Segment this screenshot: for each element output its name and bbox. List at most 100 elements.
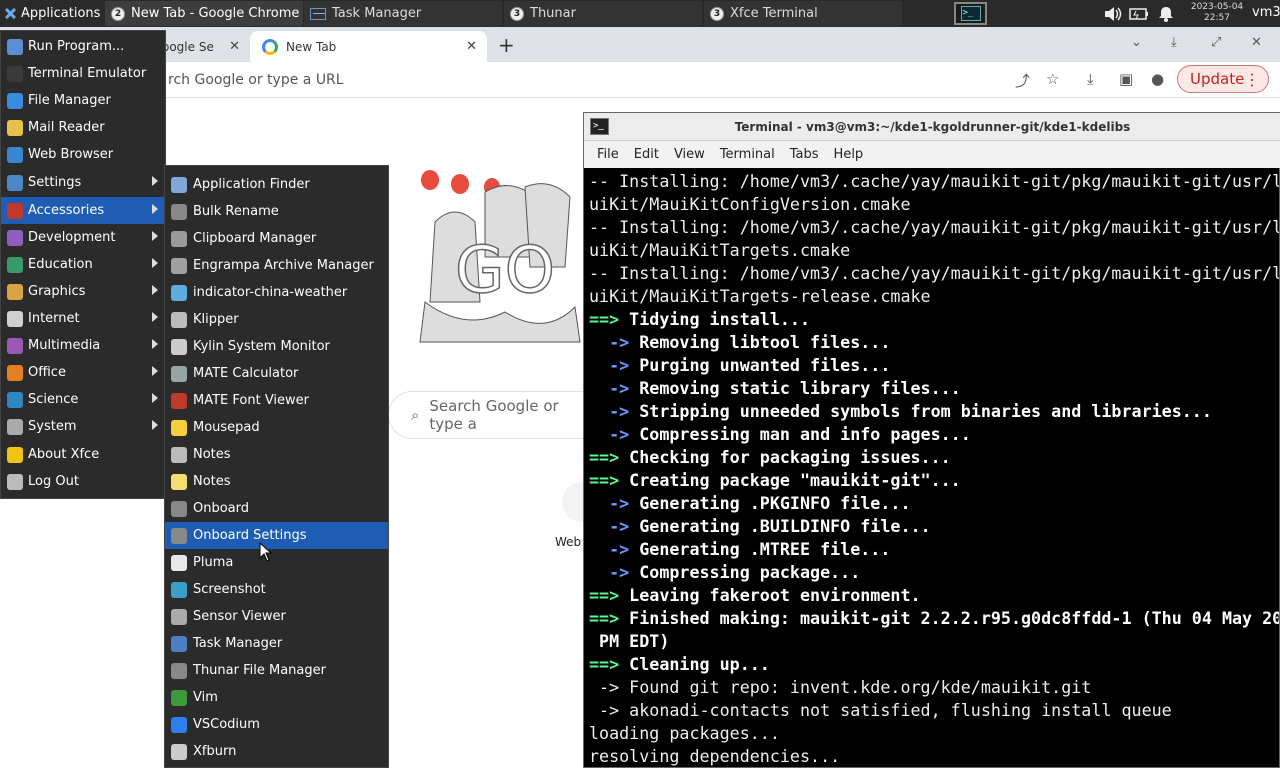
menu-item-settings[interactable]: Settings — [1, 169, 165, 196]
submenu-item-label: Klipper — [193, 312, 239, 327]
task-task-manager[interactable]: Task Manager — [304, 1, 502, 26]
terminal-line-text: uiKit/MauiKitConfigVersion.cmake — [589, 194, 911, 214]
menu-item-file-manager[interactable]: File Manager — [1, 87, 165, 114]
download-icon[interactable]: ⤓ — [1087, 70, 1094, 88]
terminal-line-text: Compressing man and info pages... — [629, 424, 971, 444]
submenu-item-onboard[interactable]: Onboard — [165, 495, 388, 522]
submenu-item-engrampa-archive-manager[interactable]: Engrampa Archive Manager — [165, 252, 388, 279]
omnibox-placeholder: rch Google or type a URL — [168, 72, 344, 88]
terminal-line-text: Removing libtool files... — [629, 332, 891, 352]
applications-menu-button[interactable]: Applications — [0, 0, 105, 27]
font-viewer-icon — [171, 392, 187, 409]
terminal-title-bar[interactable]: >_ Terminal - vm3@vm3:~/kde1-kgoldrunner… — [584, 113, 1280, 141]
volume-icon[interactable] — [1102, 0, 1124, 27]
tab-search-icon[interactable]: ⌄ — [1131, 35, 1142, 50]
terminal-line-prefix: -> — [589, 355, 630, 375]
submenu-item-indicator-china-weather[interactable]: indicator-china-weather — [165, 279, 388, 306]
terminal-line: -> Compressing man and info pages... — [589, 423, 1279, 446]
submenu-item-label: Kylin System Monitor — [193, 339, 330, 354]
menu-item-about-xfce[interactable]: About Xfce — [1, 441, 165, 468]
google-doodle[interactable]: GO — [415, 152, 585, 347]
submenu-item-xfburn[interactable]: Xfburn — [165, 738, 388, 765]
google-search-box[interactable]: ⌕ Search Google or type a — [388, 391, 584, 439]
terminal-line-text: -> akonadi-contacts not satisfied, flush… — [589, 700, 1172, 720]
share-icon[interactable]: ⤴ — [1015, 70, 1030, 91]
close-tab-icon[interactable]: ✕ — [229, 39, 240, 54]
menu-file[interactable]: File — [597, 147, 619, 162]
submenu-item-vscodium[interactable]: VSCodium — [165, 711, 388, 738]
menu-item-mail-reader[interactable]: Mail Reader — [1, 114, 165, 141]
terminal-line-prefix: -> — [589, 424, 630, 444]
more-options-icon[interactable]: ⋮ — [1244, 70, 1260, 89]
menu-item-label: About Xfce — [28, 447, 100, 462]
minimize-icon[interactable]: ⤓ — [1171, 35, 1177, 50]
notes-icon — [171, 446, 187, 463]
side-panel-icon[interactable]: ▣ — [1119, 70, 1133, 88]
menu-item-system[interactable]: System — [1, 413, 165, 440]
terminal-line-text: uiKit/MauiKitTargets.cmake — [589, 240, 851, 260]
menu-item-development[interactable]: Development — [1, 224, 165, 251]
submenu-item-kylin-system-monitor[interactable]: Kylin System Monitor — [165, 333, 388, 360]
klipper-icon — [171, 311, 187, 328]
menu-edit[interactable]: Edit — [634, 147, 659, 162]
submenu-item-bulk-rename[interactable]: Bulk Rename — [165, 198, 388, 225]
menu-item-run-program[interactable]: Run Program... — [1, 33, 165, 60]
terminal-line-text: Cleaning up... — [619, 654, 770, 674]
close-tab-icon[interactable]: ✕ — [466, 39, 477, 54]
maximize-icon[interactable]: ⤢ — [1211, 35, 1221, 50]
tab-label: New Tab — [286, 39, 337, 54]
submenu-item-notes[interactable]: Notes — [165, 441, 388, 468]
terminal-launcher[interactable]: >_ — [954, 2, 987, 25]
battery-icon[interactable] — [1128, 0, 1150, 27]
menu-item-education[interactable]: Education — [1, 251, 165, 278]
weather-icon — [171, 284, 187, 301]
shortcut-tile[interactable] — [562, 482, 584, 522]
profile-icon[interactable]: ● — [1151, 70, 1164, 88]
screenshot-icon — [171, 581, 187, 598]
clock[interactable]: 2023-05-04 22:57 — [1186, 2, 1248, 24]
tab-new-tab[interactable]: New Tab ✕ — [250, 31, 487, 62]
user-name[interactable]: vm3 — [1252, 5, 1280, 20]
menu-item-web-browser[interactable]: Web Browser — [1, 141, 165, 168]
terminal-line: resolving dependencies... — [589, 745, 1279, 767]
close-window-icon[interactable]: ✕ — [1251, 35, 1262, 50]
submenu-item-screenshot[interactable]: Screenshot — [165, 576, 388, 603]
notification-bell-icon[interactable] — [1155, 0, 1177, 27]
omnibox[interactable]: rch Google or type a URL — [100, 66, 1060, 94]
submenu-item-task-manager[interactable]: Task Manager — [165, 630, 388, 657]
terminal-output[interactable]: -- Installing: /home/vm3/.cache/yay/maui… — [589, 170, 1279, 767]
menu-item-multimedia[interactable]: Multimedia — [1, 332, 165, 359]
submenu-item-sensor-viewer[interactable]: Sensor Viewer — [165, 603, 388, 630]
submenu-item-application-finder[interactable]: Application Finder — [165, 171, 388, 198]
menu-item-log-out[interactable]: Log Out — [1, 468, 165, 495]
menu-tabs[interactable]: Tabs — [790, 147, 819, 162]
task-chrome[interactable]: 2 New Tab - Google Chrome — [105, 1, 303, 26]
menu-item-internet[interactable]: Internet — [1, 305, 165, 332]
submenu-item-mousepad[interactable]: Mousepad — [165, 414, 388, 441]
menu-help[interactable]: Help — [834, 147, 864, 162]
submenu-item-onboard-settings[interactable]: Onboard Settings — [165, 522, 388, 549]
submenu-item-mate-font-viewer[interactable]: MATE Font Viewer — [165, 387, 388, 414]
menu-item-graphics[interactable]: Graphics — [1, 278, 165, 305]
menu-item-office[interactable]: Office — [1, 359, 165, 386]
submenu-item-mate-calculator[interactable]: MATE Calculator — [165, 360, 388, 387]
menu-view[interactable]: View — [674, 147, 705, 162]
submenu-item-label: Mousepad — [193, 420, 260, 435]
submenu-item-pluma[interactable]: Pluma — [165, 549, 388, 576]
terminal-title: Terminal - vm3@vm3:~/kde1-kgoldrunner-gi… — [734, 120, 1131, 134]
menu-item-terminal-emulator[interactable]: Terminal Emulator — [1, 60, 165, 87]
menu-item-science[interactable]: Science — [1, 386, 165, 413]
menu-item-accessories[interactable]: Accessories — [1, 197, 165, 224]
submenu-item-notes[interactable]: Notes — [165, 468, 388, 495]
submenu-item-clipboard-manager[interactable]: Clipboard Manager — [165, 225, 388, 252]
new-tab-button[interactable]: + — [498, 33, 515, 57]
education-icon — [7, 256, 23, 273]
update-button[interactable]: Update ⋮ — [1177, 65, 1269, 93]
bookmark-star-icon[interactable]: ☆ — [1046, 70, 1059, 88]
task-xfce-terminal[interactable]: 3 Xfce Terminal — [704, 1, 902, 26]
submenu-item-vim[interactable]: Vim — [165, 684, 388, 711]
task-thunar[interactable]: 3 Thunar — [504, 1, 702, 26]
submenu-item-thunar-file-manager[interactable]: Thunar File Manager — [165, 657, 388, 684]
menu-terminal[interactable]: Terminal — [720, 147, 775, 162]
submenu-item-klipper[interactable]: Klipper — [165, 306, 388, 333]
